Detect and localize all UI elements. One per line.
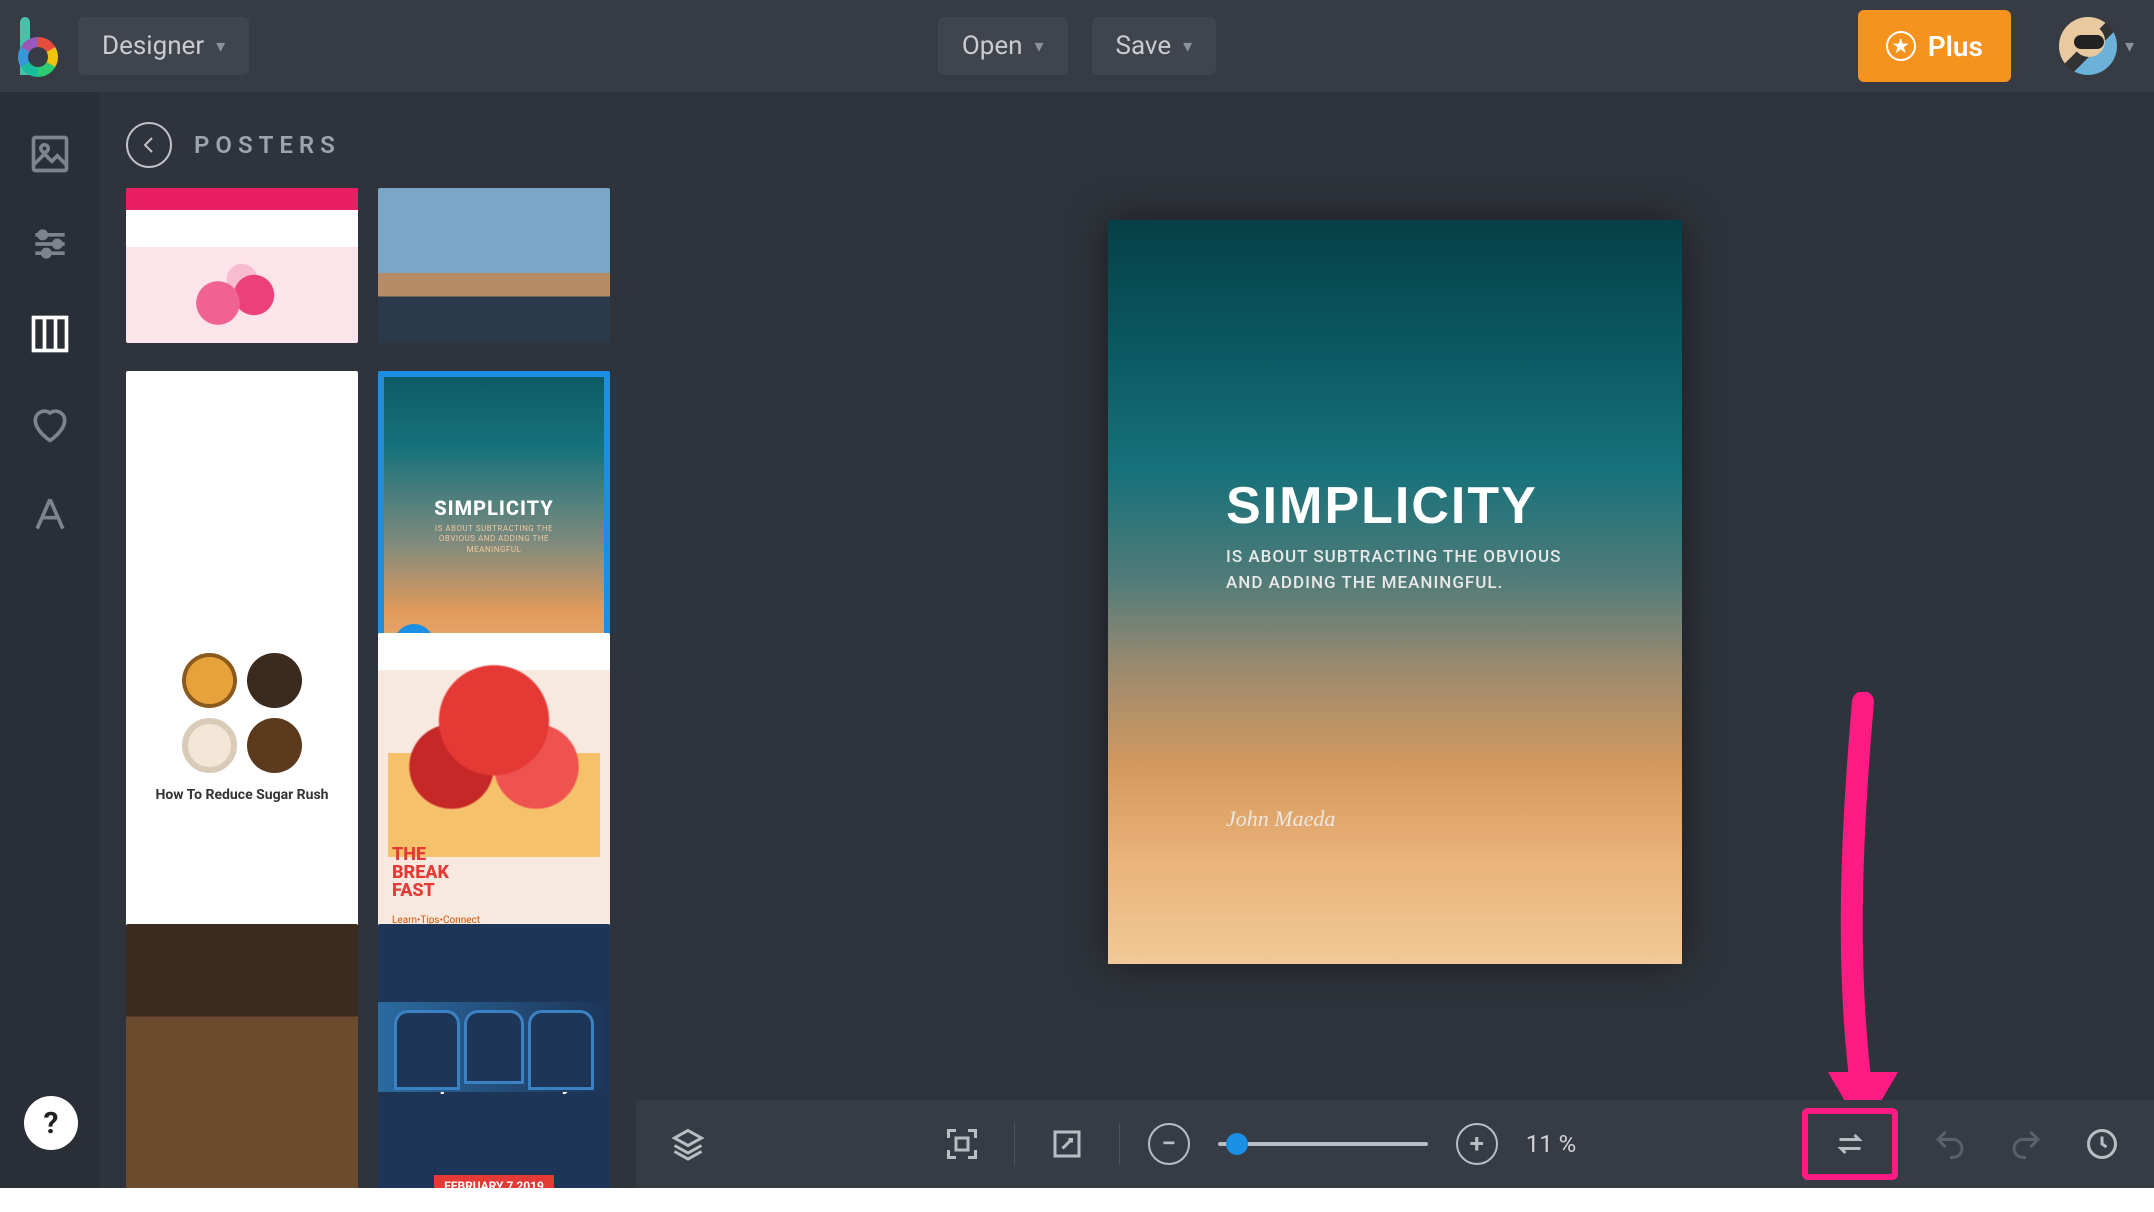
chevron-down-icon: ▾: [1183, 36, 1192, 57]
top-bar: Designer ▾ Open ▾ Save ▾ ★ Plus ▾: [0, 0, 2154, 92]
back-button[interactable]: [126, 122, 172, 168]
text-tab-icon[interactable]: [28, 492, 72, 536]
templates-grid[interactable]: COLORADO PARKS AND WILDLIFE SIMPLICITY I…: [100, 188, 636, 1188]
save-dropdown[interactable]: Save ▾: [1092, 17, 1217, 75]
template-card[interactable]: [126, 188, 358, 343]
annotation-arrow: [1808, 692, 1918, 1146]
bottom-toolbar: − + 11 %: [636, 1100, 2154, 1188]
user-avatar: [2059, 17, 2117, 75]
file-buttons: Open ▾ Save ▾: [938, 17, 1216, 75]
upgrade-plus-button[interactable]: ★ Plus: [1858, 10, 2011, 82]
zoom-slider[interactable]: [1218, 1142, 1428, 1146]
zoom-value: 11 %: [1526, 1130, 1577, 1158]
template-label: How To Reduce Sugar Rush: [155, 787, 328, 804]
template-label: THEBREAKFAST: [392, 846, 449, 900]
templates-tab-icon[interactable]: [28, 312, 72, 356]
adjust-tab-icon[interactable]: [28, 222, 72, 266]
open-label: Open: [962, 31, 1023, 61]
zoom-in-button[interactable]: +: [1456, 1123, 1498, 1165]
chevron-down-icon: ▾: [1034, 36, 1043, 57]
plus-label: Plus: [1928, 30, 1983, 63]
template-sublabel: FEBRUARY 7 2019: [434, 1175, 554, 1188]
save-label: Save: [1116, 31, 1172, 61]
color-wheel-icon: [18, 37, 58, 77]
zoom-out-button[interactable]: −: [1148, 1123, 1190, 1165]
template-card[interactable]: How To Reduce Sugar Rush: [126, 633, 358, 942]
divider: [1119, 1123, 1120, 1165]
poster-title[interactable]: SIMPLICITY: [1226, 476, 1642, 536]
poster-author[interactable]: John Maeda: [1226, 806, 1335, 832]
template-label: SIMPLICITY: [434, 496, 554, 520]
star-badge-icon: ★: [1886, 31, 1916, 61]
template-card[interactable]: [378, 188, 610, 343]
poster-subtitle[interactable]: IS ABOUT SUBTRACTING THE OBVIOUS AND ADD…: [1226, 544, 1566, 597]
poster-canvas[interactable]: SIMPLICITY IS ABOUT SUBTRACTING THE OBVI…: [1108, 220, 1682, 964]
annotation-highlight: [1802, 1108, 1898, 1180]
main-row: ? POSTERS COLORADO PARKS AND WILDLIFE: [0, 92, 2154, 1188]
template-card[interactable]: Super Bowl Party FEBRUARY 7 2019 FRONT R…: [378, 924, 610, 1188]
account-menu[interactable]: ▾: [2059, 17, 2134, 75]
templates-panel: POSTERS COLORADO PARKS AND WILDLIFE SIMP…: [100, 92, 636, 1188]
chevron-down-icon: ▾: [216, 36, 225, 57]
fit-screen-button[interactable]: [938, 1120, 986, 1168]
app-logo: [20, 15, 58, 77]
app-root: Designer ▾ Open ▾ Save ▾ ★ Plus ▾: [0, 0, 2154, 1212]
template-card[interactable]: THEBREAKFAST Learn•Tips•Connect: [378, 633, 610, 942]
panel-header: POSTERS: [100, 92, 636, 188]
zoom-thumb[interactable]: [1226, 1133, 1248, 1155]
template-card[interactable]: End of Fall 35% OFF: [126, 924, 358, 1188]
panel-title: POSTERS: [194, 131, 341, 159]
history-button[interactable]: [2078, 1120, 2126, 1168]
help-button[interactable]: ?: [24, 1096, 78, 1150]
page-foot: [0, 1188, 2154, 1212]
open-dropdown[interactable]: Open ▾: [938, 17, 1068, 75]
favorites-tab-icon[interactable]: [28, 402, 72, 446]
mode-dropdown[interactable]: Designer ▾: [78, 17, 249, 75]
mode-label: Designer: [102, 31, 204, 61]
actual-size-button[interactable]: [1043, 1120, 1091, 1168]
swap-orientation-button[interactable]: [1826, 1120, 1874, 1168]
canvas-area[interactable]: SIMPLICITY IS ABOUT SUBTRACTING THE OBVI…: [636, 92, 2154, 1188]
undo-button[interactable]: [1926, 1120, 1974, 1168]
divider: [1014, 1123, 1015, 1165]
left-rail: ?: [0, 92, 100, 1188]
chevron-down-icon: ▾: [2125, 36, 2134, 57]
image-tab-icon[interactable]: [28, 132, 72, 176]
layers-button[interactable]: [664, 1120, 712, 1168]
redo-button[interactable]: [2002, 1120, 2050, 1168]
